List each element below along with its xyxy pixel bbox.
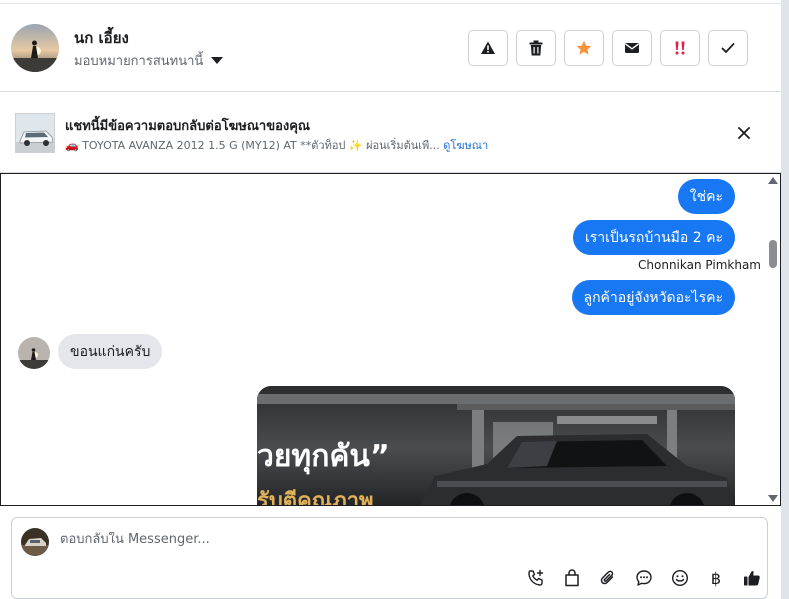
assign-conversation-dropdown[interactable]: มอบหมายการสนทนานี้ xyxy=(74,50,224,71)
spam-button[interactable] xyxy=(468,30,508,66)
ad-description: 🚗 TOYOTA AVANZA 2012 1.5 G (MY12) AT **ต… xyxy=(65,139,440,152)
conversation-panel: นก เอี้ยง มอบหมายการสนทนานี้ แชทนี้มีข้อ… xyxy=(0,0,781,599)
ad-banner-title: แชทนี้มีข้อความตอบกลับต่อโฆษณาของคุณ xyxy=(65,119,310,134)
shop-button[interactable] xyxy=(554,565,590,591)
delete-button[interactable] xyxy=(516,30,556,66)
checkmark-icon xyxy=(721,43,735,53)
follow-up-button[interactable] xyxy=(660,30,700,66)
payment-button[interactable]: ฿ xyxy=(698,565,734,591)
page-avatar xyxy=(21,528,49,556)
done-button[interactable] xyxy=(708,30,748,66)
image-caption-line-2: รับตีคุณภาพ xyxy=(257,489,374,506)
message-thread: ใช่คะ เราเป็นรถบ้านมือ 2 คะ Chonnikan Pi… xyxy=(0,173,781,506)
chat-bubble-icon xyxy=(636,570,652,586)
scrollbar-thumb[interactable] xyxy=(769,240,777,268)
caret-down-icon xyxy=(211,57,224,64)
close-banner-button[interactable] xyxy=(734,123,754,143)
call-button[interactable] xyxy=(518,565,554,591)
attach-file-button[interactable] xyxy=(590,565,626,591)
image-caption-line-1: วยทุกคัน” xyxy=(257,439,390,475)
shopping-bag-icon xyxy=(565,569,579,587)
message-sender-name: Chonnikan Pimkham xyxy=(638,258,761,272)
ad-reply-banner: แชทนี้มีข้อความตอบกลับต่อโฆษณาของคุณ 🚗 T… xyxy=(0,93,781,173)
star-icon xyxy=(576,40,592,55)
view-ad-link[interactable]: ดูโฆษณา xyxy=(443,139,488,152)
scroll-down-arrow-icon[interactable] xyxy=(768,495,778,502)
ad-thumbnail[interactable] xyxy=(15,113,55,153)
outgoing-message: เราเป็นรถบ้านมือ 2 คะ xyxy=(572,220,735,255)
header-actions xyxy=(468,30,748,66)
paperclip-icon xyxy=(600,570,614,585)
thumbs-up-icon xyxy=(744,570,760,586)
double-exclamation-icon xyxy=(675,41,685,55)
smiley-icon xyxy=(671,569,689,587)
baht-currency-icon: ฿ xyxy=(710,568,722,588)
contact-avatar[interactable] xyxy=(11,24,59,72)
envelope-icon xyxy=(625,43,639,53)
conversation-header: นก เอี้ยง มอบหมายการสนทนานี้ xyxy=(0,4,781,92)
ad-banner-subtitle: 🚗 TOYOTA AVANZA 2012 1.5 G (MY12) AT **ต… xyxy=(65,136,488,154)
phone-add-icon xyxy=(528,569,544,586)
reply-input[interactable] xyxy=(60,532,660,547)
thread-scrollbar[interactable] xyxy=(768,174,780,505)
contact-name: นก เอี้ยง xyxy=(74,29,129,47)
star-button[interactable] xyxy=(564,30,604,66)
outgoing-message: ลูกค้าอยู่จังหวัดอะไรคะ xyxy=(571,280,735,315)
close-icon xyxy=(738,127,750,139)
saved-replies-button[interactable] xyxy=(626,565,662,591)
mark-unread-button[interactable] xyxy=(612,30,652,66)
contact-avatar-small xyxy=(18,337,50,369)
incoming-message: ขอนแก่นครับ xyxy=(58,334,163,369)
window-edge xyxy=(781,0,789,599)
message-composer: ฿ xyxy=(11,517,768,599)
scroll-up-arrow-icon[interactable] xyxy=(768,177,778,184)
image-attachment[interactable]: วยทุกคัน” รับตีคุณภาพ xyxy=(257,386,735,506)
like-button[interactable] xyxy=(734,565,770,591)
composer-toolbar: ฿ xyxy=(518,565,770,591)
emoji-button[interactable] xyxy=(662,565,698,591)
trash-icon xyxy=(529,40,543,56)
outgoing-message: ใช่คะ xyxy=(677,179,735,214)
assign-conversation-label: มอบหมายการสนทนานี้ xyxy=(74,54,204,69)
warning-icon xyxy=(481,41,495,54)
